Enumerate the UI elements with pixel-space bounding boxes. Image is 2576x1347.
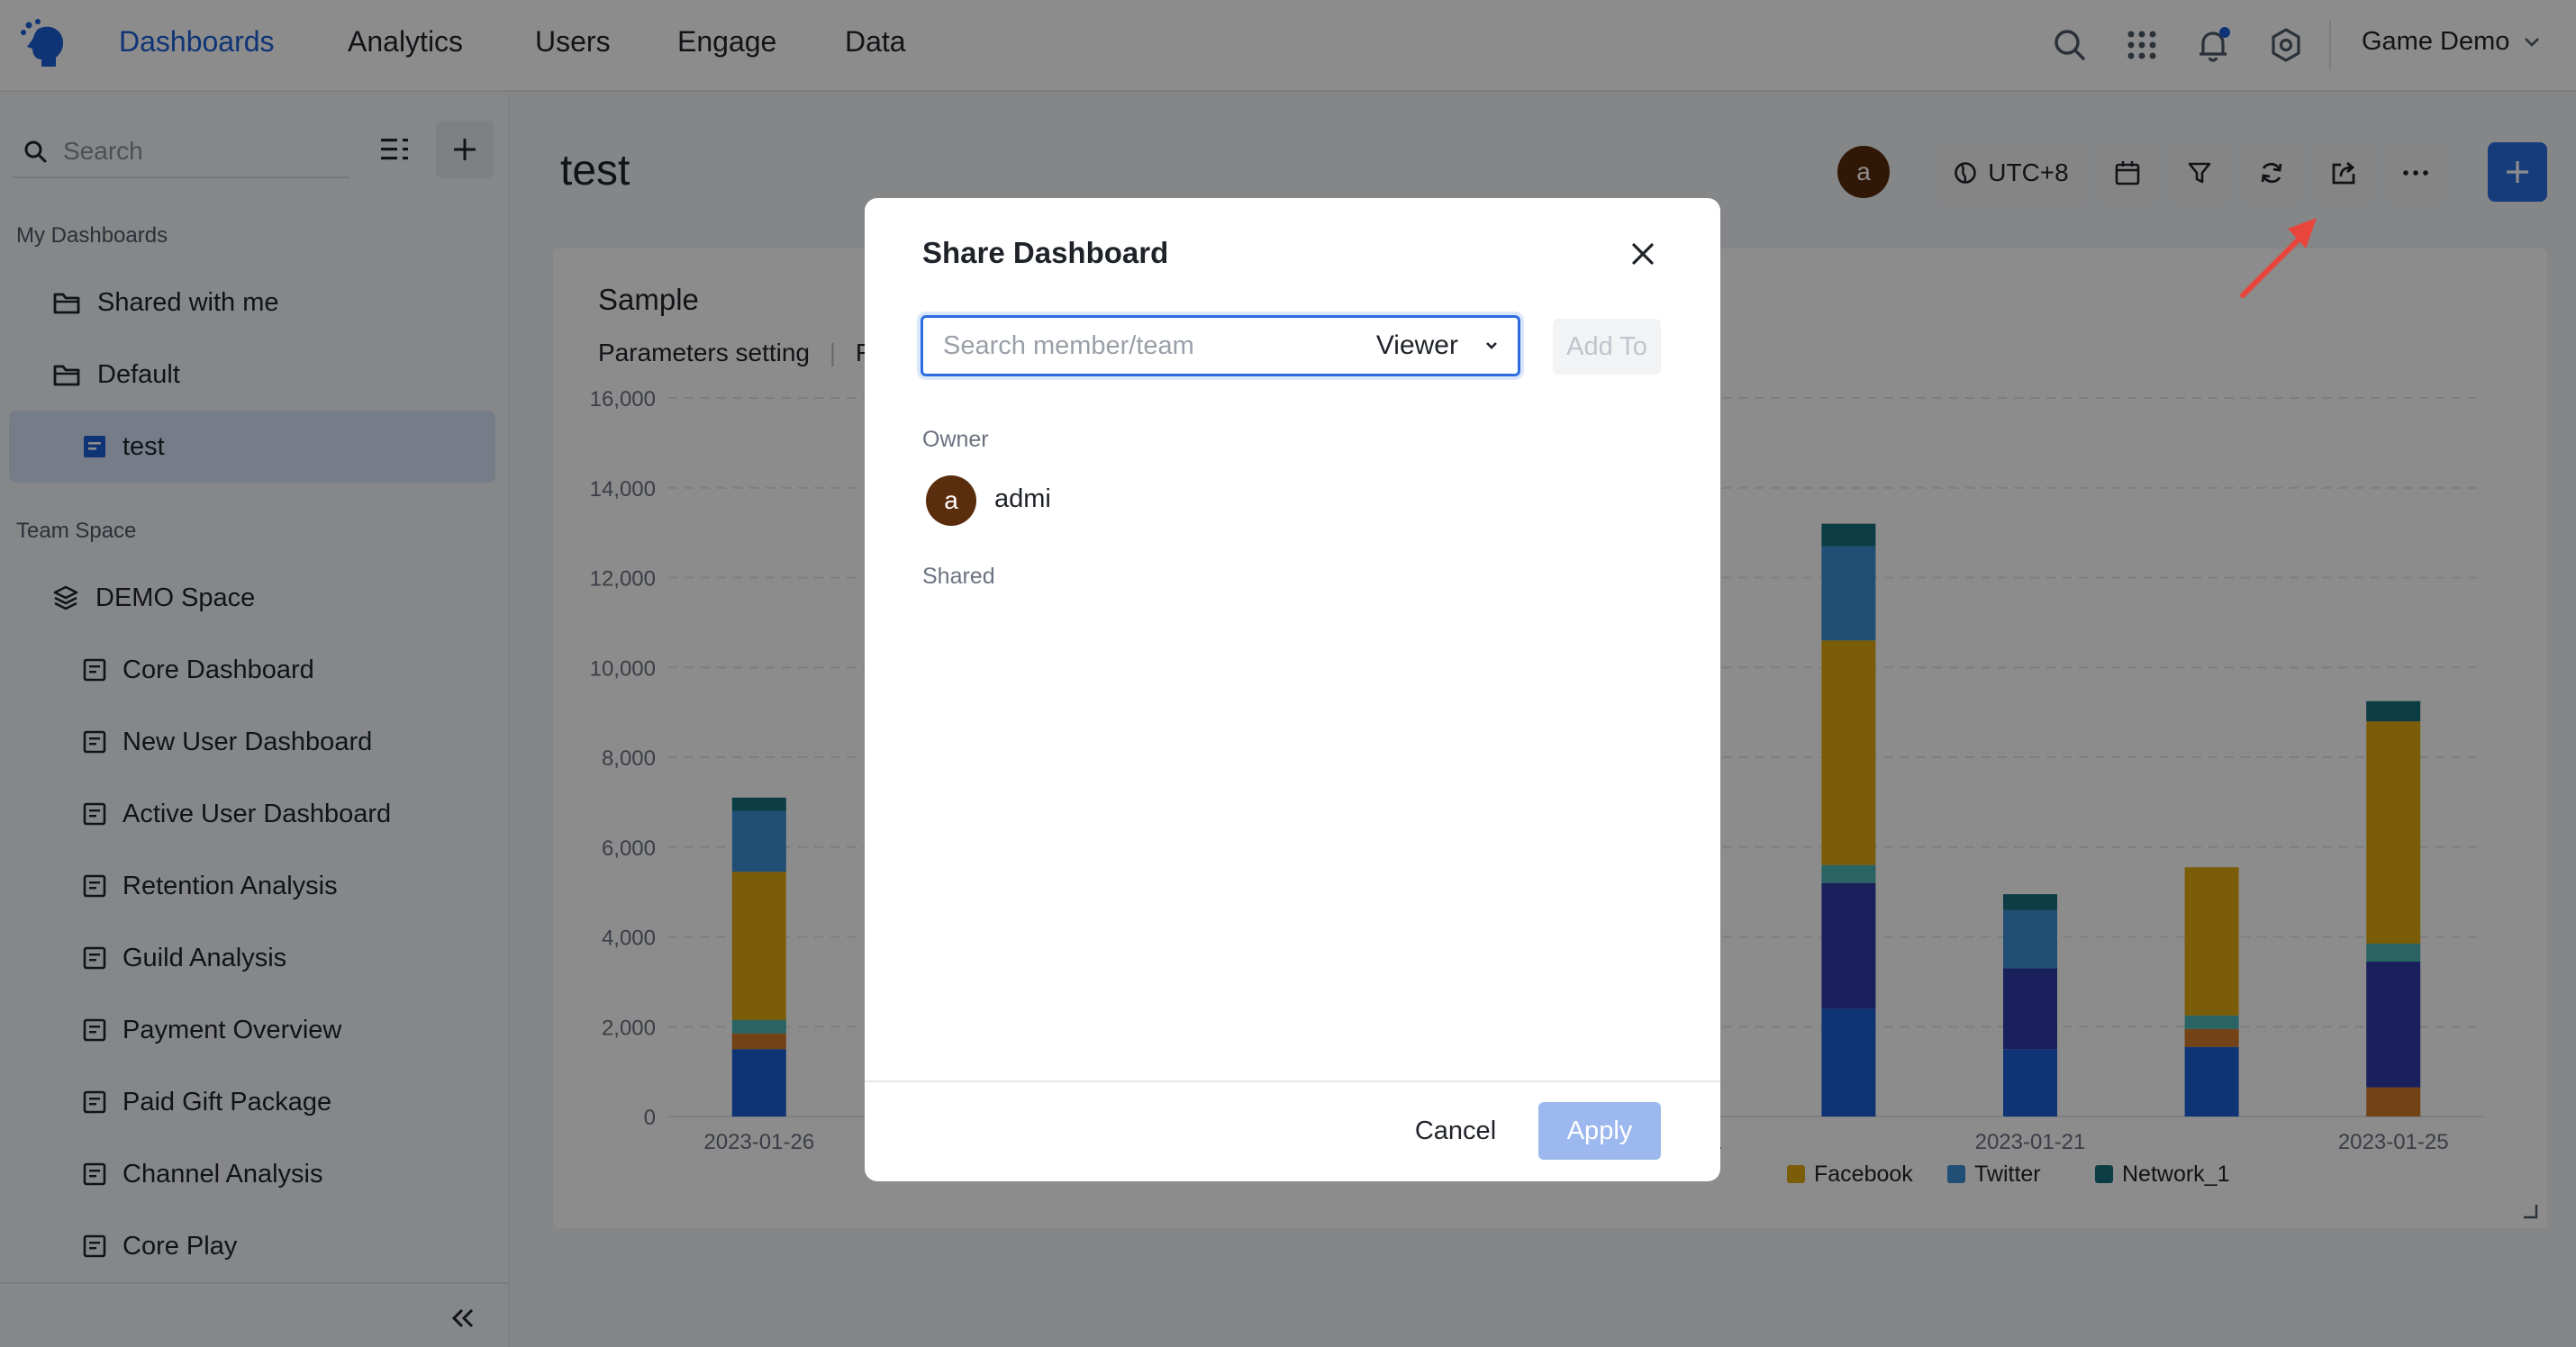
shared-heading: Shared xyxy=(922,564,995,589)
owner-heading: Owner xyxy=(922,427,989,452)
dialog-footer-divider xyxy=(865,1080,1720,1082)
add-to-button[interactable]: Add To xyxy=(1553,319,1661,375)
role-select[interactable]: Viewer xyxy=(1376,330,1498,361)
member-search-input[interactable] xyxy=(943,330,1357,361)
role-select-value: Viewer xyxy=(1375,330,1458,360)
member-search-field[interactable]: Viewer xyxy=(921,315,1520,376)
apply-button[interactable]: Apply xyxy=(1538,1102,1661,1160)
chevron-down-icon xyxy=(1486,342,1497,349)
close-icon[interactable] xyxy=(1618,229,1668,279)
cancel-button[interactable]: Cancel xyxy=(1387,1102,1524,1160)
share-dashboard-dialog: Share Dashboard Viewer Add To Owner a ad… xyxy=(865,198,1720,1181)
avatar: a xyxy=(926,475,976,526)
annotation-arrow-icon xyxy=(2234,212,2333,303)
owner-name: admi xyxy=(994,484,1051,513)
dialog-title: Share Dashboard xyxy=(922,236,1169,269)
